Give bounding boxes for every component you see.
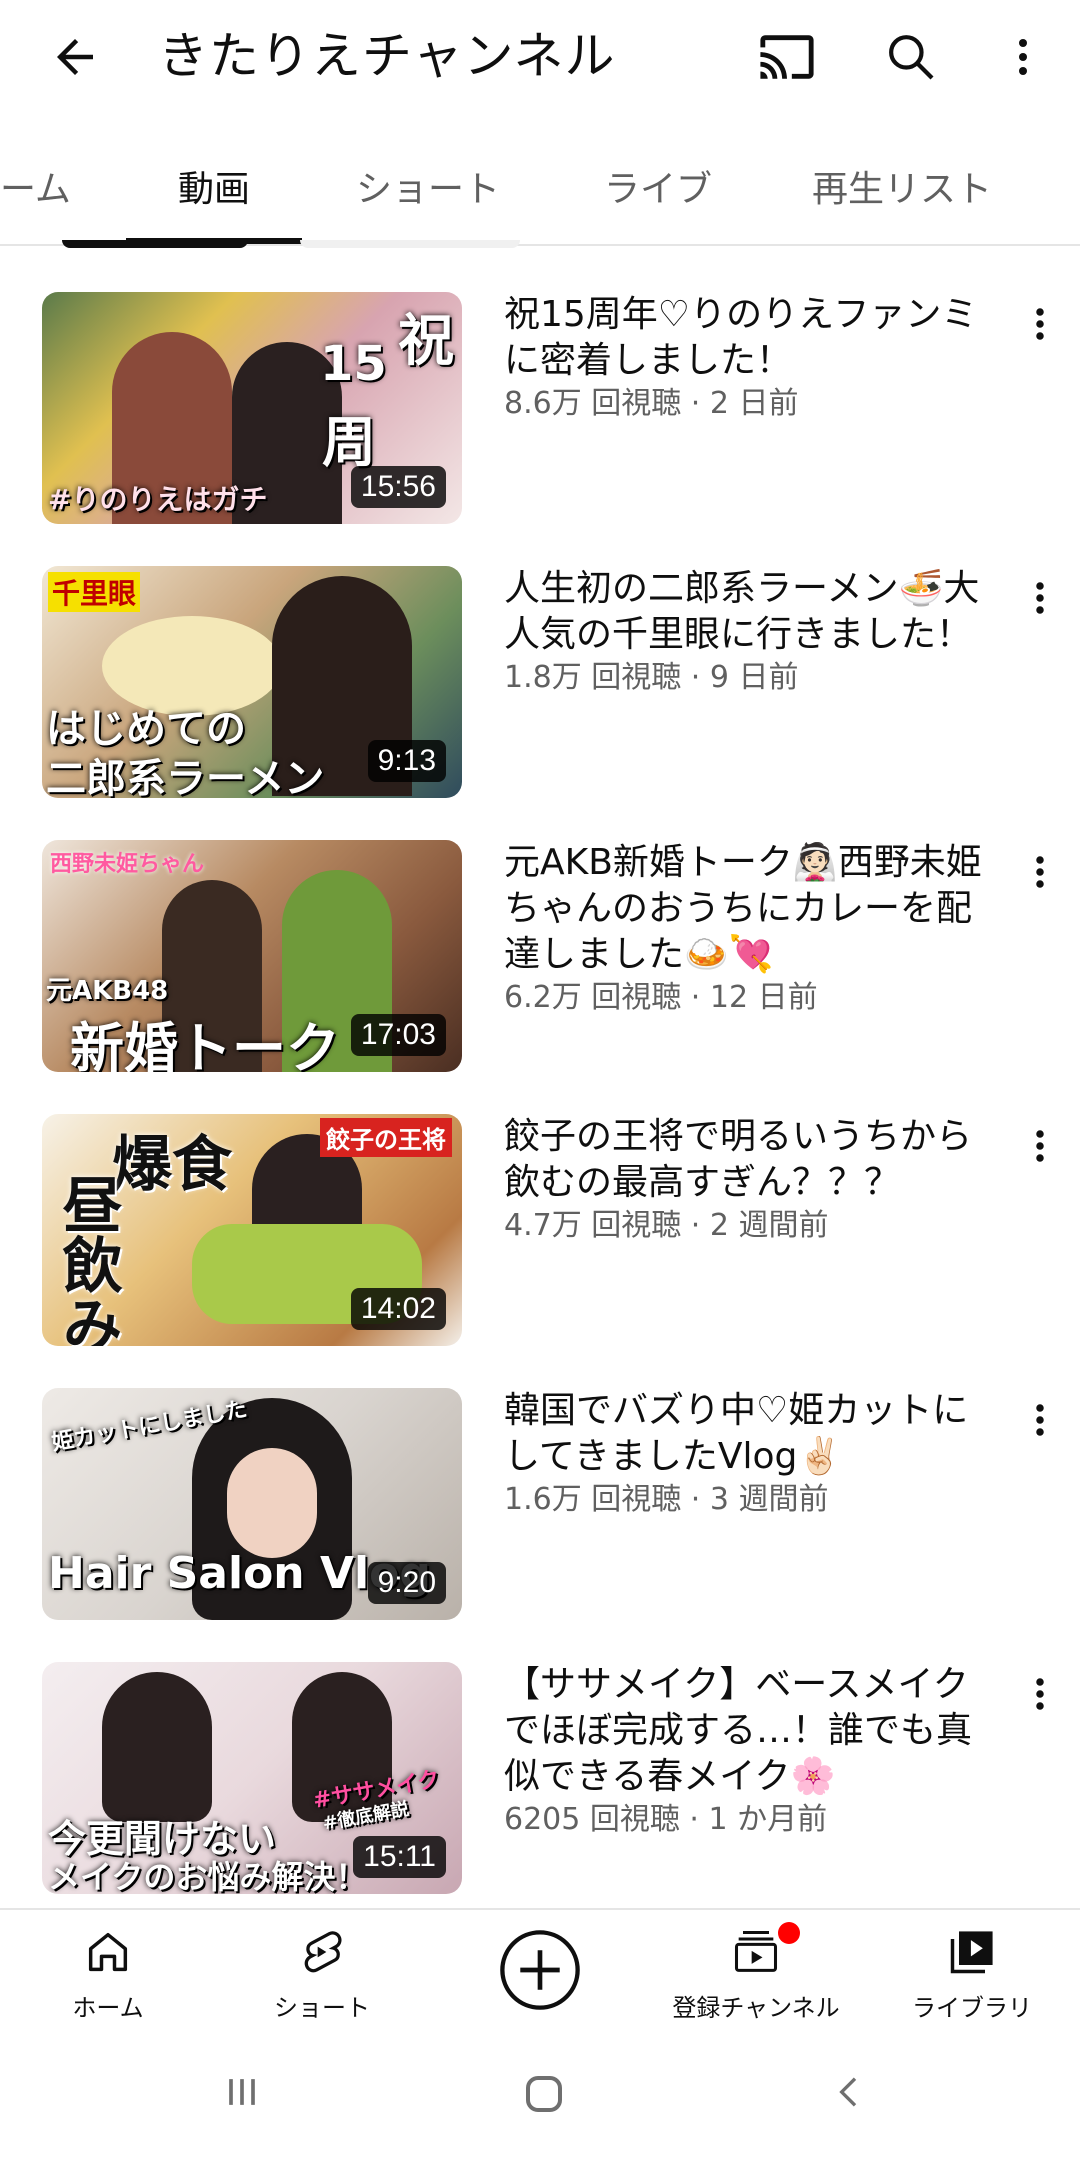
- video-title[interactable]: 餃子の王将で明るいうちから飲むの最高すぎん？？？: [504, 1114, 1004, 1206]
- channel-title: きたりえチャンネル: [158, 27, 616, 85]
- nav-label: ホーム: [72, 1994, 144, 2022]
- more-vert-icon: [1036, 1130, 1044, 1162]
- more-vert-icon: [1019, 39, 1027, 75]
- video-item[interactable]: 爆食 昼飲み 餃子の王将 14:02 餃子の王将で明るいうちから飲むの最高すぎん…: [0, 1114, 1080, 1346]
- video-menu-button[interactable]: [1022, 574, 1058, 622]
- video-title[interactable]: 人生初の二郎系ラーメン🍜大人気の千里眼に行きました！: [504, 566, 1004, 658]
- thumbnail-caption: #りのりえはガチ: [48, 483, 268, 516]
- more-vert-icon: [1036, 308, 1044, 340]
- more-vert-icon: [1036, 856, 1044, 888]
- thumbnail-caption: 餃子の王将: [320, 1118, 452, 1157]
- thumbnail-caption: 元AKB48: [46, 976, 169, 1006]
- cast-button[interactable]: [752, 22, 822, 92]
- thumbnail-caption: 15: [320, 336, 387, 392]
- home-button[interactable]: [516, 2066, 572, 2122]
- nav-create[interactable]: [440, 1920, 640, 2020]
- back-system-button[interactable]: [826, 2068, 874, 2116]
- video-item[interactable]: 西野未姫ちゃん 元AKB48 新婚トーク 17:03 元AKB新婚トーク👰🏻西野…: [0, 840, 1080, 1072]
- more-vert-icon: [1036, 582, 1044, 614]
- nav-label: 登録チャンネル: [672, 1994, 840, 2022]
- video-item[interactable]: #りのりえはガチ 祝 15 周 15:56 祝15周年♡りのりえファンミに密着し…: [0, 292, 1080, 524]
- nav-label: ライブラリ: [912, 1994, 1032, 2022]
- filter-chip-remnant: [62, 240, 248, 248]
- home-icon: [88, 1932, 128, 1972]
- back-arrow-icon: [57, 39, 93, 75]
- recent-apps-icon: [229, 2079, 255, 2105]
- video-menu-button[interactable]: [1022, 1122, 1058, 1170]
- video-title[interactable]: 元AKB新婚トーク👰🏻西野未姫ちゃんのおうちにカレーを配達しました🍛💘: [504, 840, 1004, 978]
- video-thumbnail[interactable]: 西野未姫ちゃん 元AKB48 新婚トーク 17:03: [42, 840, 462, 1072]
- video-info: 1.8万 回視聴 · 9 日前: [504, 660, 799, 695]
- search-button[interactable]: [876, 22, 946, 92]
- video-item[interactable]: 千里眼 はじめての 二郎系ラーメン 9:13 人生初の二郎系ラーメン🍜大人気の千…: [0, 566, 1080, 798]
- video-title[interactable]: 祝15周年♡りのりえファンミに密着しました！: [504, 292, 1004, 384]
- filter-chip-remnant: [300, 240, 520, 248]
- more-vert-icon: [1036, 1678, 1044, 1710]
- shorts-icon: [304, 1931, 342, 1973]
- video-duration: 15:11: [353, 1836, 446, 1878]
- system-back-icon: [839, 2077, 857, 2107]
- back-button[interactable]: [40, 22, 110, 92]
- channel-tabs: ーム 動画 ショート ライブ 再生リスト: [0, 140, 1080, 246]
- video-thumbnail[interactable]: #ササメイク #徹底解説 今更聞けない メイクのお悩み解決！ 15:11: [42, 1662, 462, 1894]
- tab-live[interactable]: ライブ: [604, 160, 712, 212]
- video-item[interactable]: 姫カットにしました Hair Salon Vlog 9:20 韓国でバズり中♡姫…: [0, 1388, 1080, 1620]
- video-info: 6.2万 回視聴 · 12 日前: [504, 980, 818, 1015]
- top-app-bar: きたりえチャンネル: [0, 0, 1080, 112]
- video-duration: 17:03: [350, 1014, 446, 1056]
- thumbnail-caption: 二郎系ラーメン: [46, 756, 325, 798]
- video-info: 1.6万 回視聴 · 3 週間前: [504, 1482, 829, 1517]
- thumbnail-caption: 昼飲み: [52, 1174, 122, 1346]
- video-info: 4.7万 回視聴 · 2 週間前: [504, 1208, 829, 1243]
- nav-label: ショート: [274, 1994, 370, 2022]
- tab-shorts[interactable]: ショート: [356, 160, 500, 212]
- subscriptions-icon: [734, 1930, 778, 1972]
- notification-dot: [778, 1922, 800, 1944]
- video-info: 8.6万 回視聴 · 2 日前: [504, 386, 799, 421]
- video-title[interactable]: 【ササメイク】ベースメイクでほぼ完成する…！誰でも真似できる春メイク🌸: [504, 1662, 1004, 1800]
- thumbnail-caption: 西野未姫ちゃん: [50, 852, 205, 877]
- bottom-navigation: ホーム ショート 登録チャンネル ライブラリ: [0, 1908, 1080, 2036]
- video-duration: 9:20: [367, 1562, 446, 1604]
- recent-apps-button[interactable]: [218, 2068, 266, 2116]
- video-item[interactable]: #ササメイク #徹底解説 今更聞けない メイクのお悩み解決！ 15:11 【ササ…: [0, 1662, 1080, 1894]
- video-title[interactable]: 韓国でバズり中♡姫カットにしてきましたVlog✌🏻: [504, 1388, 1004, 1480]
- video-duration: 9:13: [367, 740, 446, 782]
- more-options-button[interactable]: [988, 22, 1058, 92]
- video-menu-button[interactable]: [1022, 1670, 1058, 1718]
- thumbnail-caption: 祝: [398, 309, 454, 374]
- video-thumbnail[interactable]: 千里眼 はじめての 二郎系ラーメン 9:13: [42, 566, 462, 798]
- video-menu-button[interactable]: [1022, 1396, 1058, 1444]
- more-vert-icon: [1036, 1404, 1044, 1436]
- thumbnail-caption: 新婚トーク: [70, 1017, 340, 1072]
- video-menu-button[interactable]: [1022, 848, 1058, 896]
- nav-home[interactable]: ホーム: [8, 1920, 208, 2023]
- thumbnail-person: [102, 1672, 212, 1822]
- thumbnail-caption: 千里眼: [48, 572, 141, 612]
- thumbnail-face: [227, 1448, 317, 1558]
- video-thumbnail[interactable]: 姫カットにしました Hair Salon Vlog 9:20: [42, 1388, 462, 1620]
- nav-library[interactable]: ライブラリ: [872, 1920, 1072, 2023]
- video-duration: 14:02: [350, 1288, 446, 1330]
- video-thumbnail[interactable]: 爆食 昼飲み 餃子の王将 14:02: [42, 1114, 462, 1346]
- system-home-icon: [526, 2076, 562, 2112]
- tab-playlists[interactable]: 再生リスト: [812, 160, 992, 212]
- nav-subscriptions[interactable]: 登録チャンネル: [656, 1920, 856, 2023]
- nav-shorts[interactable]: ショート: [222, 1920, 422, 2023]
- video-duration: 15:56: [350, 466, 446, 508]
- cast-icon: [760, 35, 814, 79]
- tab-videos[interactable]: 動画: [178, 160, 250, 212]
- system-navigation-bar: [0, 2034, 1080, 2159]
- create-icon: [500, 1930, 580, 2010]
- video-info: 6205 回視聴 · 1 か月前: [504, 1802, 828, 1837]
- thumbnail-caption: メイクのお悩み解決！: [48, 1858, 368, 1894]
- search-icon: [889, 35, 934, 80]
- video-thumbnail[interactable]: #りのりえはガチ 祝 15 周 15:56: [42, 292, 462, 524]
- video-menu-button[interactable]: [1022, 300, 1058, 348]
- library-icon: [950, 1931, 993, 1974]
- tab-home[interactable]: ーム: [0, 160, 71, 212]
